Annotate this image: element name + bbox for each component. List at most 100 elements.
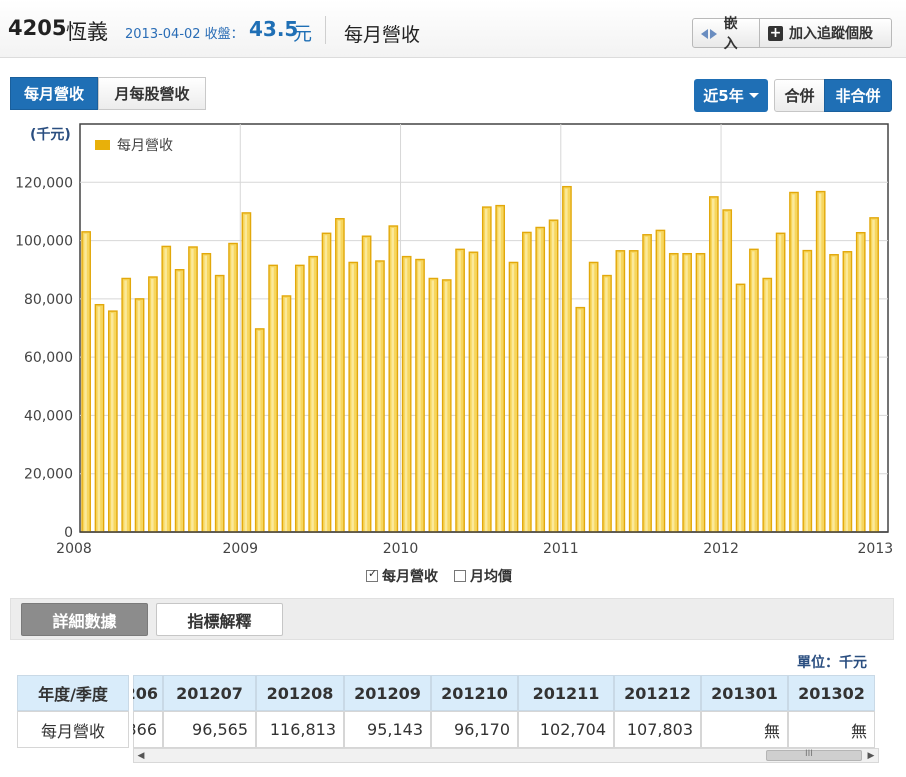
bar-highlight: [404, 258, 408, 531]
bar-highlight: [685, 255, 688, 531]
add-to-watchlist-label: 加入追蹤個股: [789, 26, 873, 42]
bar-highlight: [351, 264, 354, 531]
bar-highlight: [177, 271, 181, 531]
bar-highlight: [698, 255, 702, 531]
bar-highlight: [444, 281, 448, 531]
legend-label: 每月營收: [117, 138, 173, 154]
bar-highlight: [858, 234, 862, 531]
revenue-chart: 0 20,000 40,000 60,000 80,000 100,000 120,000 2…: [0, 114, 906, 590]
bar-highlight: [618, 252, 622, 531]
bar-highlight: [565, 188, 568, 531]
table-header-cell: 201212: [614, 675, 701, 711]
bar-highlight: [778, 235, 782, 531]
bar-highlight: [658, 232, 662, 531]
bar-highlight: [738, 286, 742, 531]
bar-highlight: [284, 297, 288, 531]
tab-detail-data[interactable]: 詳細數據: [21, 603, 148, 636]
bar-highlight: [324, 235, 328, 531]
bar-highlight: [605, 277, 608, 531]
tab-monthly-revenue-per-share[interactable]: 月每股營收: [98, 77, 206, 110]
row-label-monthly-revenue: 每月營收: [17, 711, 129, 748]
bar-highlight: [151, 279, 154, 531]
stock-name: 恆義: [66, 20, 108, 44]
add-to-watchlist-button[interactable]: + 加入追蹤個股: [759, 18, 892, 48]
bar-highlight: [712, 198, 715, 531]
x-tick-label: 2012: [703, 541, 739, 557]
bar-highlight: [551, 222, 555, 531]
bar-highlight: [204, 255, 208, 531]
checkbox-checked-icon[interactable]: [366, 567, 378, 582]
toggle-monthly-avg-price[interactable]: 月均價: [454, 566, 512, 586]
row-header-period: 年度/季度: [17, 675, 129, 711]
bar-highlight: [378, 262, 381, 531]
table-unit-label: 單位：千元: [797, 655, 867, 671]
table-cell: 無: [701, 711, 788, 748]
plus-icon: +: [768, 24, 783, 41]
tab-indicator-explanation[interactable]: 指標解釋: [156, 603, 283, 636]
consolidated-toggle[interactable]: 合併: [774, 79, 825, 112]
bar-highlight: [792, 194, 795, 531]
data-table-scroll[interactable]: 206 366 20120796,565201208116,8132012099…: [133, 675, 879, 748]
revenue-chart-canvas: 0 20,000 40,000 60,000 80,000 100,000 120,000 2…: [15, 123, 894, 557]
range-dropdown[interactable]: 近5年: [694, 79, 768, 112]
table-cell: 102,704: [518, 711, 614, 748]
embed-button[interactable]: 嵌入: [692, 16, 760, 52]
table-header-cell: 201209: [344, 675, 431, 711]
table-header-cell: 201302: [788, 675, 875, 711]
bar-highlight: [124, 280, 127, 531]
non-consolidated-toggle[interactable]: 非合併: [824, 79, 892, 112]
x-tick-label: 2008: [56, 541, 92, 557]
x-tick-label: 2013: [858, 541, 894, 557]
x-tick-label: 2011: [543, 541, 579, 557]
bar-highlight: [84, 233, 87, 531]
scrollbar-grip: III: [805, 749, 813, 759]
table-cell: 116,813: [256, 711, 344, 748]
table-row-header-column: 年度/季度 每月營收: [17, 675, 129, 748]
bar-highlight: [244, 214, 248, 531]
bar-highlight: [191, 248, 194, 532]
y-tick-label: 0: [64, 525, 73, 541]
page-header: 4205 恆義 2013-04-02 收盤： 43.5 元 每月營收 嵌入 + …: [0, 0, 906, 58]
bar-highlight: [832, 256, 835, 531]
toggle-monthly-avg-price-label: 月均價: [470, 569, 512, 585]
bar-highlight: [645, 236, 648, 531]
bar-highlight: [338, 220, 341, 531]
bar-highlight: [137, 300, 141, 531]
y-tick-label: 40,000: [24, 408, 73, 424]
bar-highlight: [364, 238, 368, 531]
bar-highlight: [498, 207, 501, 531]
code-icon: [701, 27, 718, 40]
bar-highlight: [578, 309, 581, 531]
close-date: 2013-04-02 收盤：: [125, 27, 244, 42]
table-cell: 無: [788, 711, 875, 748]
horizontal-scrollbar[interactable]: ◀ III ▶: [133, 748, 879, 763]
toggle-monthly-revenue[interactable]: 每月營收: [366, 566, 438, 586]
table-cell: 96,565: [163, 711, 256, 748]
stock-code: 4205: [8, 16, 67, 40]
y-tick-label: 80,000: [24, 292, 73, 308]
bar-highlight: [231, 245, 234, 531]
y-tick-label: 120,000: [15, 175, 73, 191]
bar-highlight: [97, 306, 101, 531]
table-header-cell: 201301: [701, 675, 788, 711]
table-header-cell: 201210: [431, 675, 518, 711]
scroll-left-icon[interactable]: ◀: [134, 749, 148, 762]
embed-button-label: 嵌入: [723, 16, 738, 52]
bar-highlight: [484, 209, 488, 532]
bar-highlight: [391, 228, 394, 531]
tab-monthly-revenue[interactable]: 每月營收: [10, 77, 98, 110]
checkbox-unchecked-icon[interactable]: [454, 570, 466, 582]
table-cell: 107,803: [614, 711, 701, 748]
table-header-cell: 201211: [518, 675, 614, 711]
header-divider: [325, 16, 326, 44]
bar-highlight: [591, 264, 595, 531]
bar-highlight: [845, 253, 849, 531]
bar-highlight: [111, 313, 114, 531]
bar-highlight: [725, 211, 728, 531]
scrollbar-thumb[interactable]: III: [766, 749, 862, 761]
bar-highlight: [511, 264, 515, 531]
bar-highlight: [872, 219, 875, 531]
bar-highlight: [538, 229, 541, 531]
y-tick-label: 20,000: [24, 467, 73, 483]
scroll-right-icon[interactable]: ▶: [864, 749, 878, 762]
